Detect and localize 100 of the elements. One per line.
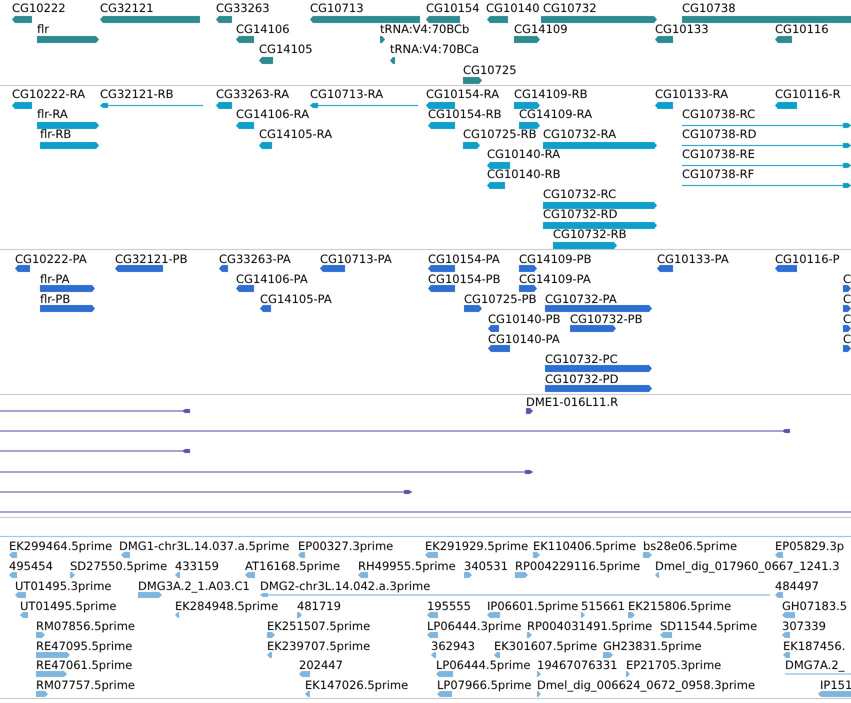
feature-label: CG10222-PA: [15, 253, 87, 265]
feature-label: DMG2-chr3L.14.042.a.3prime: [260, 580, 430, 592]
feature-label: 515661: [581, 600, 625, 612]
feature-label: CG32121: [100, 2, 154, 14]
feature-label: CG10738-RE: [682, 148, 755, 160]
feature-label: EK215806.5prime: [628, 600, 732, 612]
feature-label: DMG1-chr3L.14.037.a.5prime: [119, 540, 290, 552]
feature-label: CG14109-PB: [519, 253, 592, 265]
feature-label: bs28e06.5prime: [643, 540, 738, 552]
feature-label: SD27550.5prime: [70, 560, 168, 572]
feature-label: GH07183.5: [782, 600, 848, 612]
feature-label: CG10140-RA: [487, 148, 560, 160]
feature-label: CG10732: [543, 2, 597, 14]
feature-label: CG10116: [775, 22, 829, 34]
feature-label: EP21705.3prime: [626, 659, 722, 672]
feature-label: CG14109-RB: [514, 88, 588, 100]
feature-label: CG33263-PA: [219, 253, 291, 265]
feature-label: CG14105-RA: [259, 128, 332, 140]
feature-label: flr-RA: [37, 108, 68, 120]
feature-label: CG33263: [216, 2, 270, 14]
feature-label: CG14109: [514, 22, 568, 34]
feature-label: 362943: [431, 640, 475, 652]
feature-label: RH49955.5prime: [358, 560, 456, 572]
feature-label: CG10732-RB: [553, 228, 627, 240]
feature-label: CG10738-RF: [682, 168, 754, 180]
feature-label: 307339: [782, 620, 826, 632]
feature-label: 19467076331: [537, 659, 618, 672]
feature-label: C: [843, 273, 851, 285]
feature-label: RE47061.5prime: [36, 659, 132, 672]
feature-label: CG14109-RA: [519, 108, 592, 120]
feature-label: 484497: [775, 580, 819, 592]
feature-label: C: [843, 293, 851, 305]
feature-label: CG10732-PA: [545, 293, 617, 305]
feature-label: DMG7A.2_: [785, 659, 844, 672]
feature-label: RM07757.5prime: [36, 679, 135, 692]
feature-label: EK251507.5prime: [267, 620, 370, 632]
feature-label: flr: [37, 22, 49, 34]
feature-label: CG14105-PA: [260, 293, 332, 305]
feature-label: CG10738: [682, 2, 736, 14]
feature-label: EK187456.: [783, 640, 846, 652]
feature-label: C: [843, 333, 851, 345]
feature-label: CG10725: [463, 64, 517, 76]
feature-label: tRNA:V4:70BCa: [390, 43, 480, 55]
feature-label: CG10140-PB: [488, 313, 560, 325]
feature-label: CG10713-RA: [310, 88, 384, 100]
feature-label: flr-PB: [40, 293, 70, 305]
feature-label: CG10732-RC: [543, 188, 616, 200]
feature-label: CG10140-RB: [487, 168, 561, 180]
feature-label: CG10732-RA: [543, 128, 616, 140]
feature-label: CG32121-PB: [115, 253, 188, 265]
feature-label: Dmel_dig_006624_0672_0958.3prime: [537, 679, 756, 692]
feature-label: DMG3A.2_1.A03.C1: [138, 580, 250, 592]
feature-label: DME1-016L11.R: [526, 396, 618, 408]
feature-label: CG10133: [655, 22, 709, 34]
feature-label: flr-RB: [40, 128, 72, 140]
feature-label: CG32121-RB: [100, 88, 174, 100]
feature-label: CG10154-PA: [428, 253, 500, 265]
feature-label: CG10725-PB: [464, 293, 536, 305]
feature-label: CG10133-PA: [657, 253, 729, 265]
feature-label: CG10713: [310, 2, 364, 14]
feature-label: 433159: [175, 560, 219, 572]
feature-label: EP00327.3prime: [298, 540, 394, 552]
feature-label: AT16168.5prime: [245, 560, 340, 572]
feature-label: EP05829.3p: [775, 540, 844, 552]
feature-label: EK299464.5prime: [9, 540, 112, 552]
feature-label: CG10732-RD: [543, 208, 618, 220]
feature-label: flr-PA: [40, 273, 70, 285]
feature-label: EK147026.5prime: [305, 679, 408, 692]
feature-label: LP06444.5prime: [436, 659, 530, 672]
feature-label: 495454: [9, 560, 53, 572]
feature-label: RM07856.5prime: [36, 620, 135, 632]
feature-label: 340531: [464, 560, 508, 572]
feature-label: LP07966.5prime: [437, 679, 532, 692]
feature-label: CG14106-RA: [236, 108, 310, 120]
feature-label: 202447: [299, 659, 343, 672]
feature-label: UT01495.5prime: [20, 600, 116, 612]
feature-label: GH23831.5prime: [603, 640, 702, 652]
feature-label: CG10133-RA: [655, 88, 728, 100]
feature-label: CG10725-RB: [463, 128, 537, 140]
feature-label: CG10140: [486, 2, 540, 14]
feature-label: RE47095.5prime: [36, 640, 132, 652]
feature-label: tRNA:V4:70BCb: [380, 22, 470, 34]
feature-label: UT01495.3prime: [15, 580, 112, 592]
feature-label: CG14106-PA: [236, 273, 308, 285]
feature-label: CG10222: [12, 2, 66, 14]
feature-label: C: [843, 313, 851, 325]
feature-label: IP06601.5prime: [487, 600, 578, 612]
feature-label: CG33263-RA: [216, 88, 290, 100]
feature-label: RP004229116.5prime: [515, 560, 640, 572]
feature-label: CG10222-RA: [12, 88, 86, 100]
feature-label: CG10732-PD: [545, 373, 618, 385]
feature-label: CG10738-RD: [682, 128, 757, 140]
feature-label: CG14105: [259, 43, 313, 55]
feature-label: CG10732-PB: [570, 313, 642, 325]
feature-label: CG10116-P: [775, 253, 840, 265]
feature-label: IP151: [820, 679, 851, 692]
feature-label: CG10154-PB: [428, 273, 500, 285]
feature-label: EK291929.5prime: [425, 540, 528, 552]
feature-label: SD11544.5prime: [660, 620, 758, 632]
feature-label: CG10738-RC: [682, 108, 756, 120]
